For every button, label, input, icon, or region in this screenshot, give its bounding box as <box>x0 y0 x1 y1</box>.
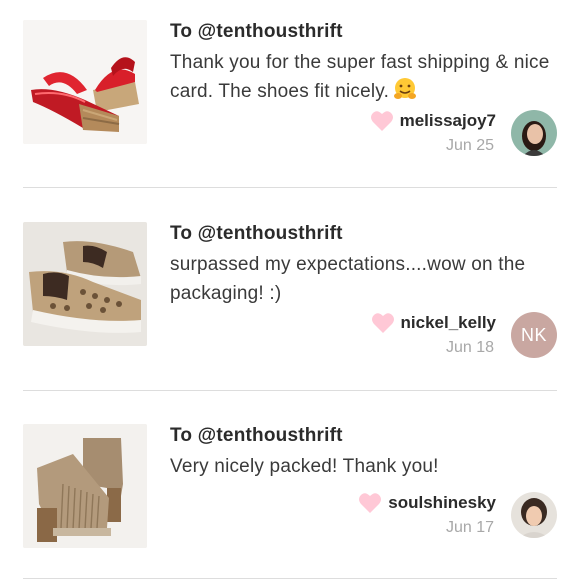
recipient-label: To @tenthousthrift <box>170 425 343 446</box>
fringe-bootie-image <box>23 424 147 548</box>
red-wedge-sandal-image <box>23 20 147 144</box>
review-card: To @tenthousthrift Thank you for the sup… <box>0 20 580 180</box>
review-date: Jun 18 <box>445 339 494 356</box>
heart-icon[interactable] <box>358 492 382 514</box>
reviewer-username[interactable]: nickel_kelly <box>401 313 496 333</box>
reviewer-row: nickel_kelly <box>371 312 496 334</box>
heart-icon[interactable] <box>371 312 395 334</box>
reviewer-avatar[interactable] <box>511 110 557 156</box>
avatar-photo-icon <box>511 492 557 538</box>
hugging-face-emoji-icon <box>394 78 417 99</box>
review-message-text: Thank you for the super fast shipping & … <box>170 52 550 102</box>
divider <box>23 187 557 188</box>
sneaker-image <box>23 222 147 346</box>
reviewer-avatar[interactable] <box>511 492 557 538</box>
reviewer-row: melissajoy7 <box>370 110 496 132</box>
divider <box>23 390 557 391</box>
review-message: surpassed my expectations....wow on the … <box>170 254 526 304</box>
review-feed: To @tenthousthrift Thank you for the sup… <box>0 0 580 580</box>
review-date: Jun 25 <box>445 137 494 154</box>
product-thumbnail-fringe-booties[interactable] <box>23 424 147 548</box>
reviewer-avatar-initials[interactable]: NK <box>511 312 557 358</box>
review-date: Jun 17 <box>445 519 494 536</box>
recipient-label: To @tenthousthrift <box>170 223 343 244</box>
reviewer-row: soulshinesky <box>358 492 496 514</box>
review-message: Very nicely packed! Thank you! <box>170 456 439 477</box>
heart-icon[interactable] <box>370 110 394 132</box>
review-card: To @tenthousthrift Very nicely packed! T… <box>0 424 580 584</box>
reviewer-username[interactable]: melissajoy7 <box>400 111 496 131</box>
reviewer-username[interactable]: soulshinesky <box>388 493 496 513</box>
product-thumbnail-coach-sneakers[interactable] <box>23 222 147 346</box>
recipient-label: To @tenthousthrift <box>170 21 343 42</box>
review-message: Thank you for the super fast shipping & … <box>170 48 560 106</box>
divider <box>23 578 557 579</box>
review-card: To @tenthousthrift surpassed my expectat… <box>0 222 580 382</box>
product-thumbnail-red-wedge-sandals[interactable] <box>23 20 147 144</box>
avatar-photo-icon <box>511 110 557 156</box>
